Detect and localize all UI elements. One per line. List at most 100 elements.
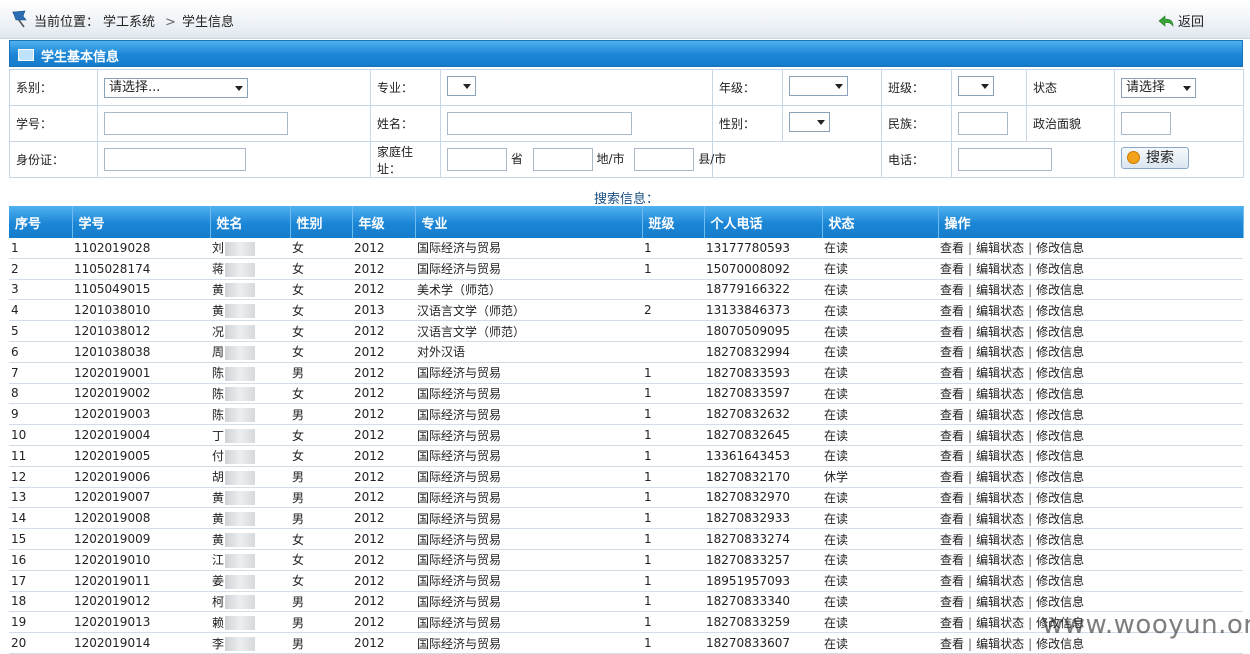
view-link[interactable]: 查看 [940,325,964,339]
gender-cell: 女 [290,258,352,280]
view-link[interactable]: 查看 [940,429,964,443]
redaction-blur [225,637,256,652]
view-link[interactable]: 查看 [940,304,964,318]
view-link[interactable]: 查看 [940,616,964,630]
student-name-cell: 黄 [210,279,290,301]
view-link[interactable]: 查看 [940,553,964,567]
student-name: 陈 [212,407,225,422]
edit-status-link[interactable]: 编辑状态 [976,429,1024,443]
edit-status-link[interactable]: 编辑状态 [976,449,1024,463]
grade-select[interactable] [789,76,848,96]
student-id-cell: 1202019001 [72,362,210,384]
gender: 女 [292,303,305,318]
edit-info-link[interactable]: 修改信息 [1036,429,1084,443]
phone-input[interactable] [958,148,1052,171]
dept-select[interactable]: 请选择... [104,77,248,98]
grade: 2012 [354,240,385,255]
view-link[interactable]: 查看 [940,449,964,463]
view-link[interactable]: 查看 [940,262,964,276]
city-input[interactable] [532,148,593,171]
view-link[interactable]: 查看 [940,595,964,609]
search-button[interactable]: 搜索 [1121,147,1189,169]
grade: 2012 [354,552,385,567]
action-separator: | [1028,262,1033,277]
edit-status-link[interactable]: 编辑状态 [976,512,1024,526]
edit-info-link[interactable]: 修改信息 [1036,512,1084,526]
phone: 18270832933 [706,511,790,526]
edit-status-link[interactable]: 编辑状态 [976,304,1024,318]
edit-status-link[interactable]: 编辑状态 [976,637,1024,651]
view-link[interactable]: 查看 [940,345,964,359]
edit-status-link[interactable]: 编辑状态 [976,616,1024,630]
edit-info-link[interactable]: 修改信息 [1036,449,1084,463]
major-cell: 国际经济与贸易 [415,403,642,426]
political-input[interactable] [1121,112,1171,135]
edit-status-link[interactable]: 编辑状态 [976,283,1024,297]
view-link[interactable]: 查看 [940,491,964,505]
edit-info-link[interactable]: 修改信息 [1036,345,1084,359]
edit-info-link[interactable]: 修改信息 [1036,408,1084,422]
student-id-cell: 1201038012 [72,320,210,342]
ethnic-input[interactable] [958,112,1008,135]
county-input[interactable] [634,148,695,171]
major-select[interactable] [447,76,476,96]
edit-status-link[interactable]: 编辑状态 [976,574,1024,588]
view-link[interactable]: 查看 [940,408,964,422]
view-link[interactable]: 查看 [940,387,964,401]
province-input[interactable] [447,148,507,171]
name-input[interactable] [447,112,632,135]
class: 1 [644,573,652,588]
class-select[interactable] [958,76,994,96]
edit-status-link[interactable]: 编辑状态 [976,553,1024,567]
edit-info-link[interactable]: 修改信息 [1036,533,1084,547]
edit-status-link[interactable]: 编辑状态 [976,491,1024,505]
edit-info-link[interactable]: 修改信息 [1036,262,1084,276]
view-link[interactable]: 查看 [940,512,964,526]
chevron-down-icon [981,84,989,89]
edit-status-link[interactable]: 编辑状态 [976,262,1024,276]
view-link[interactable]: 查看 [940,574,964,588]
row-number: 3 [11,282,19,297]
view-link[interactable]: 查看 [940,470,964,484]
edit-info-link[interactable]: 修改信息 [1036,595,1084,609]
edit-status-link[interactable]: 编辑状态 [976,345,1024,359]
gender-select[interactable] [789,112,830,132]
edit-status-link[interactable]: 编辑状态 [976,241,1024,255]
edit-info-link[interactable]: 修改信息 [1036,387,1084,401]
edit-info-link[interactable]: 修改信息 [1036,470,1084,484]
view-link[interactable]: 查看 [940,241,964,255]
edit-status-link[interactable]: 编辑状态 [976,595,1024,609]
province-suffix: 省 [510,152,523,166]
view-link[interactable]: 查看 [940,283,964,297]
gender: 男 [292,636,305,651]
breadcrumb-level2: 学生信息 [181,15,234,30]
grade: 2012 [354,407,385,422]
edit-status-link[interactable]: 编辑状态 [976,533,1024,547]
view-link[interactable]: 查看 [940,533,964,547]
view-link[interactable]: 查看 [940,637,964,651]
edit-info-link[interactable]: 修改信息 [1036,304,1084,318]
edit-info-link[interactable]: 修改信息 [1036,283,1084,297]
student-table: 序号 学号 姓名 性别 年级 专业 班级 个人电话 状态 操作 1 1102019… [9,206,1244,654]
edit-info-link[interactable]: 修改信息 [1036,241,1084,255]
view-link[interactable]: 查看 [940,366,964,380]
edit-info-link[interactable]: 修改信息 [1036,553,1084,567]
action-separator: | [1028,553,1033,568]
edit-status-link[interactable]: 编辑状态 [976,408,1024,422]
idcard-input[interactable] [104,148,246,171]
edit-info-link[interactable]: 修改信息 [1036,491,1084,505]
edit-info-link[interactable]: 修改信息 [1036,325,1084,339]
edit-status-link[interactable]: 编辑状态 [976,325,1024,339]
edit-info-link[interactable]: 修改信息 [1036,574,1084,588]
breadcrumb-level1[interactable]: 学工系统 [103,15,155,30]
edit-status-link[interactable]: 编辑状态 [976,387,1024,401]
edit-info-link[interactable]: 修改信息 [1036,366,1084,380]
back-button[interactable]: 返回 [1158,11,1204,30]
student-id-input[interactable] [104,112,288,135]
edit-status-link[interactable]: 编辑状态 [976,470,1024,484]
breadcrumb: 当前位置： 学工系统 > 学生信息 [34,11,238,30]
status-select[interactable]: 请选择 [1121,77,1196,98]
edit-status-link[interactable]: 编辑状态 [976,366,1024,380]
student-name-cell: 黄 [210,487,290,509]
status: 休学 [824,470,849,485]
